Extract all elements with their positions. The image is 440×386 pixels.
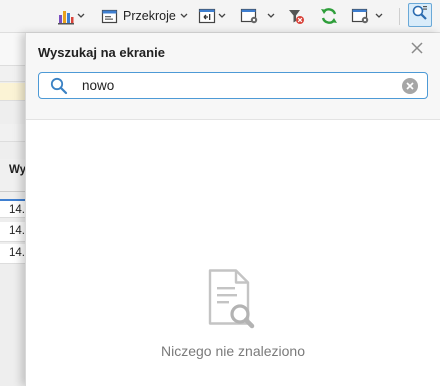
close-icon xyxy=(411,41,423,59)
window-layers-icon xyxy=(101,7,119,25)
find-on-screen-icon xyxy=(411,4,429,27)
view-settings-button[interactable] xyxy=(351,5,383,27)
search-box[interactable] xyxy=(38,72,428,99)
search-input[interactable] xyxy=(82,76,382,95)
chevron-down-icon xyxy=(267,13,275,19)
chevron-down-icon xyxy=(375,13,383,19)
przekroje-label: Przekroje xyxy=(123,9,176,23)
column-header-label: Wy xyxy=(9,164,27,176)
filter-clear-icon xyxy=(287,7,305,25)
panel-header: Wyszukaj na ekranie xyxy=(26,33,440,120)
panel-title: Wyszukaj na ekranie xyxy=(38,45,165,60)
find-on-screen-button[interactable] xyxy=(408,3,432,27)
settings-window-icon xyxy=(240,7,260,25)
empty-results-message: Niczego nie znaleziono xyxy=(161,343,305,359)
close-panel-button[interactable] xyxy=(410,41,424,59)
przekroje-button[interactable]: Przekroje xyxy=(101,5,188,27)
row-date: 14. xyxy=(9,247,25,259)
bar-chart-icon xyxy=(57,7,75,25)
clear-filter-button[interactable] xyxy=(287,5,305,27)
clear-search-button[interactable] xyxy=(401,77,419,95)
layout-icon xyxy=(198,7,216,25)
chevron-down-icon xyxy=(77,13,85,19)
toolbar-separator xyxy=(399,8,400,25)
chevron-down-icon xyxy=(218,13,226,19)
refresh-button[interactable] xyxy=(319,5,339,27)
refresh-icon xyxy=(319,6,339,26)
clear-icon xyxy=(402,78,418,94)
toolbar: Przekroje xyxy=(0,0,440,33)
search-icon xyxy=(50,77,68,100)
window-settings-button[interactable] xyxy=(240,5,275,27)
settings-window-icon xyxy=(351,7,371,25)
document-search-icon xyxy=(207,269,257,336)
row-date: 14. xyxy=(9,204,25,216)
find-on-screen-panel: Wyszukaj na ekranie nowo Niczego nie zna… xyxy=(25,33,440,386)
chart-button[interactable] xyxy=(57,5,85,27)
row-date: 14. xyxy=(9,225,25,237)
chevron-down-icon xyxy=(180,13,188,19)
layout-button[interactable] xyxy=(198,5,226,27)
